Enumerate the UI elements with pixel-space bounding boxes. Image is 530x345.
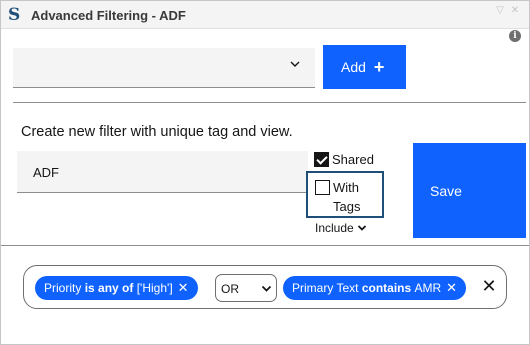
filter-name-input[interactable]: ADF [17, 151, 308, 193]
filter-chip-priority[interactable]: Priority is any of ['High'] ✕ [35, 276, 198, 300]
chip-value: AMR [414, 281, 442, 295]
chip-value: ['High'] [136, 281, 173, 295]
shared-checkbox-row[interactable]: Shared [314, 151, 374, 167]
close-icon[interactable]: ✕ [446, 280, 457, 296]
filter-chip-primary-text[interactable]: Primary Text contains AMR ✕ [283, 276, 467, 300]
with-tags-checkbox[interactable] [315, 180, 330, 195]
with-tags-checkbox-row[interactable]: With Tags [306, 171, 384, 218]
filter-chip-bar: Priority is any of ['High'] ✕ OR Primary… [23, 265, 507, 309]
saved-filter-select[interactable] [13, 48, 315, 88]
plus-icon: + [373, 57, 385, 77]
include-label: Include [315, 221, 354, 235]
divider-bottom [1, 245, 529, 246]
app-logo-icon: S [8, 5, 21, 25]
close-icon[interactable]: ✕ [178, 280, 189, 296]
chevron-down-icon [261, 285, 272, 292]
window-title: Advanced Filtering - ADF [31, 8, 186, 23]
advanced-filtering-window: S Advanced Filtering - ADF ▽ ✕ i Add + C… [0, 0, 530, 345]
shared-checkbox[interactable] [314, 151, 329, 167]
divider-top [13, 102, 526, 103]
chip-field: Priority [44, 281, 82, 295]
logic-operator-value: OR [221, 282, 239, 296]
shared-label: Shared [332, 151, 374, 167]
chevron-down-icon [290, 61, 300, 67]
chevron-down-icon [357, 225, 366, 231]
with-tags-label-line1: With [333, 180, 359, 195]
include-dropdown[interactable]: Include [315, 221, 367, 235]
clear-all-icon[interactable]: ✕ [480, 277, 498, 295]
logic-operator-select[interactable]: OR [215, 274, 277, 302]
chip-operator: contains [361, 281, 412, 295]
create-filter-instruction: Create new filter with unique tag and vi… [21, 124, 293, 140]
add-button[interactable]: Add + [323, 45, 406, 89]
info-icon[interactable]: i [509, 30, 521, 42]
title-bar: S Advanced Filtering - ADF ▽ ✕ [1, 1, 529, 29]
with-tags-label-line2: Tags [333, 199, 361, 214]
collapse-icon[interactable]: ▽ [494, 5, 506, 17]
save-button[interactable]: Save [413, 143, 526, 238]
chip-operator: is any of [84, 281, 134, 295]
chip-field: Primary Text [292, 281, 359, 295]
add-button-label: Add [341, 59, 366, 75]
close-window-icon[interactable]: ✕ [509, 5, 521, 17]
